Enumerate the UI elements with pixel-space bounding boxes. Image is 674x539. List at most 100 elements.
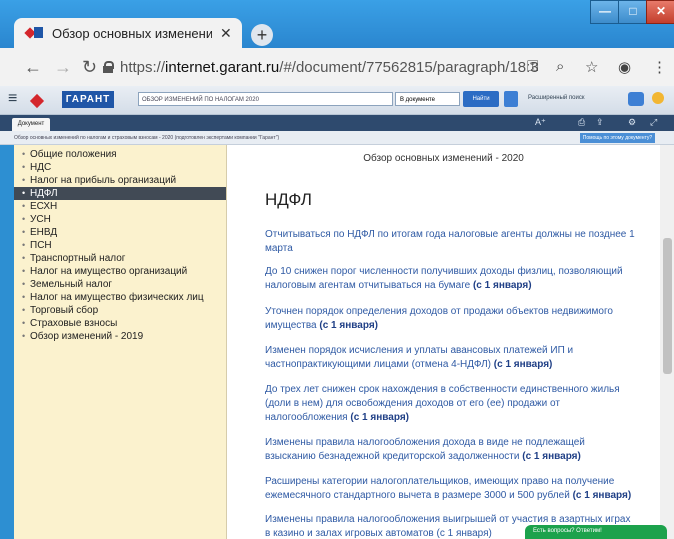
- bullet-icon: •: [22, 279, 26, 289]
- sidebar-item[interactable]: • Общие положения: [14, 148, 226, 161]
- sidebar-item[interactable]: • Земельный налог: [14, 278, 226, 291]
- sidebar-item[interactable]: • ЕСХН: [14, 200, 226, 213]
- document-content: Обзор основных изменений - 2020 НДФЛ Отч…: [227, 145, 660, 539]
- find-button[interactable]: Найти: [463, 91, 499, 107]
- bullet-icon: •: [22, 201, 26, 211]
- account-icon[interactable]: ◉: [618, 58, 631, 76]
- sidebar-item-label: Страховые взносы: [30, 318, 118, 329]
- tab-document[interactable]: Документ: [12, 118, 50, 131]
- forward-arrow-icon[interactable]: →: [54, 57, 72, 78]
- zoom-icon[interactable]: ⌕: [556, 58, 564, 75]
- sidebar-item[interactable]: • УСН: [14, 213, 226, 226]
- bullet-icon: •: [22, 318, 26, 328]
- chat-widget-button[interactable]: Есть вопросы? Ответим!: [525, 525, 667, 539]
- sidebar-item[interactable]: • Обзор изменений - 2019: [14, 330, 226, 343]
- contents-sidebar: • Общие положения • НДС • Налог на прибыль ор…: [14, 145, 227, 539]
- change-link-text: До 10 снижен порог численности получивши…: [265, 266, 623, 291]
- bullet-icon: •: [22, 331, 26, 341]
- browser-titlebar: Обзор основных изменений по ✕ + — □ ✕: [0, 0, 674, 48]
- change-link-text: Отчитываться по НДФЛ по итогам года нало…: [265, 229, 635, 254]
- sidebar-item-label: НДС: [30, 162, 52, 173]
- change-link[interactable]: До 10 снижен порог численности получивши…: [265, 265, 637, 293]
- bullet-icon: •: [22, 188, 26, 198]
- back-arrow-icon[interactable]: ←: [24, 57, 42, 78]
- change-link[interactable]: Изменены правила налогообложения дохода …: [265, 436, 637, 464]
- settings-icon[interactable]: ⚙: [628, 117, 636, 128]
- bookmark-star-icon[interactable]: ☆: [585, 58, 598, 76]
- effective-date-tag: (с 1 января): [572, 490, 632, 501]
- browser-window: Обзор основных изменений по ✕ + — □ ✕ ← …: [0, 0, 674, 539]
- change-link[interactable]: Уточнен порядок определения доходов от п…: [265, 305, 637, 333]
- garant-logo[interactable]: ГАРАНТ: [30, 91, 120, 109]
- effective-date-tag: (с 1 января): [319, 320, 378, 331]
- document-header: Обзор основных изменений - 2020: [363, 153, 524, 164]
- sidebar-item-label: Налог на имущество физических лиц: [30, 292, 204, 303]
- change-link[interactable]: Изменен порядок исчисления и уплаты аван…: [265, 344, 637, 372]
- hamburger-menu-icon[interactable]: ≡: [8, 90, 17, 108]
- advanced-search-link[interactable]: Расширенный поиск: [528, 95, 585, 101]
- sidebar-item-label: Торговый сбор: [30, 305, 99, 316]
- browser-tab[interactable]: Обзор основных изменений по ✕: [14, 18, 242, 48]
- tab-close-icon[interactable]: ✕: [220, 25, 232, 42]
- users-icon[interactable]: [628, 92, 644, 106]
- sidebar-item[interactable]: • Налог на имущество организаций: [14, 265, 226, 278]
- notifications-icon[interactable]: [652, 92, 664, 104]
- sidebar-item[interactable]: • Налог на имущество физических лиц: [14, 291, 226, 304]
- bullet-icon: •: [22, 175, 26, 185]
- sidebar-item-label: Налог на имущество организаций: [30, 266, 188, 277]
- sidebar-item-label: Обзор изменений - 2019: [30, 331, 144, 342]
- text-size-icon[interactable]: A⁺: [535, 117, 546, 128]
- sidebar-item-label: ЕСХН: [30, 201, 58, 212]
- reload-icon[interactable]: ↻: [82, 57, 97, 78]
- sidebar-item-label: Налог на прибыль организаций: [30, 175, 177, 186]
- lock-icon: [103, 61, 114, 73]
- garant-toolbar: ≡ ГАРАНТ ОБЗОР ИЗМЕНЕНИЙ ПО НАЛОГАМ 2020…: [0, 86, 674, 115]
- sidebar-item[interactable]: • Налог на прибыль организаций: [14, 174, 226, 187]
- contents-list: • Общие положения • НДС • Налог на прибыль ор…: [14, 145, 226, 343]
- change-link-text: Уточнен порядок определения доходов от п…: [265, 306, 613, 331]
- change-link[interactable]: Отчитываться по НДФЛ по итогам года нало…: [265, 228, 637, 256]
- effective-date-tag: (с 1 января): [350, 412, 409, 423]
- bullet-icon: •: [22, 266, 26, 276]
- sidebar-item-label: ПСН: [30, 240, 52, 251]
- sidebar-item[interactable]: • НДФЛ: [14, 187, 226, 200]
- bullet-icon: •: [22, 292, 26, 302]
- change-link[interactable]: Расширены категории налогоплательщиков, …: [265, 475, 637, 503]
- bullet-icon: •: [22, 253, 26, 263]
- help-button[interactable]: Помощь по этому документу?: [580, 133, 655, 143]
- search-scope-select[interactable]: В документе: [395, 92, 460, 106]
- change-link[interactable]: До трех лет снижен срок нахождения в соб…: [265, 383, 637, 425]
- garant-logo-text: ГАРАНТ: [62, 91, 114, 108]
- change-link-text: До трех лет снижен срок нахождения в соб…: [265, 384, 620, 423]
- sidebar-item[interactable]: • Торговый сбор: [14, 304, 226, 317]
- section-title: НДФЛ: [265, 190, 312, 209]
- minimize-button[interactable]: —: [590, 0, 620, 24]
- scrollbar-thumb[interactable]: [663, 238, 672, 374]
- change-link-text: Расширены категории налогоплательщиков, …: [265, 476, 615, 501]
- bullet-icon: •: [22, 149, 26, 159]
- document-toolbar: Документ A⁺ ⎙ ⇪ ⚙ ⤢: [0, 115, 674, 131]
- close-window-button[interactable]: ✕: [646, 0, 674, 24]
- sidebar-item[interactable]: • Транспортный налог: [14, 252, 226, 265]
- sidebar-item[interactable]: • ЕНВД: [14, 226, 226, 239]
- sidebar-item[interactable]: • НДС: [14, 161, 226, 174]
- breadcrumb: Обзор основных изменений по налогам и ст…: [0, 131, 674, 145]
- menu-kebab-icon[interactable]: ⋮: [652, 58, 667, 76]
- url-field[interactable]: https://internet.garant.ru/#/document/77…: [120, 59, 539, 76]
- effective-date-tag: (с 1 января): [522, 451, 581, 462]
- key-icon[interactable]: ⚿: [527, 58, 538, 75]
- new-tab-button[interactable]: +: [251, 24, 273, 46]
- effective-date-tag: (с 1 января): [493, 359, 553, 370]
- address-bar: ← → ↻ https://internet.garant.ru/#/docum…: [0, 48, 674, 86]
- expand-icon[interactable]: ⤢: [650, 117, 657, 128]
- maximize-button[interactable]: □: [618, 0, 648, 24]
- search-options-button[interactable]: [504, 91, 518, 107]
- share-icon[interactable]: ⇪: [596, 117, 604, 128]
- sidebar-item-label: Общие положения: [30, 149, 117, 160]
- effective-date-tag: (с 1 января): [472, 280, 532, 291]
- sidebar-item[interactable]: • ПСН: [14, 239, 226, 252]
- search-input[interactable]: ОБЗОР ИЗМЕНЕНИЙ ПО НАЛОГАМ 2020: [138, 92, 393, 106]
- sidebar-item[interactable]: • Страховые взносы: [14, 317, 226, 330]
- garant-logo-mark-icon: [30, 93, 58, 107]
- print-icon[interactable]: ⎙: [578, 117, 585, 128]
